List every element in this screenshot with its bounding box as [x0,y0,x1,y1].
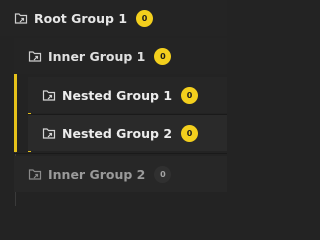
folder-link-icon [28,167,42,181]
tree-item-label: Inner Group 1 [48,48,146,64]
tree-item-nested-group-1[interactable]: Nested Group 1 0 [28,77,227,113]
tree-item-inner-group-2[interactable]: Inner Group 2 0 [14,156,227,192]
tree-item-root-group-1[interactable]: Root Group 1 0 [0,0,227,36]
count-badge: 0 [154,165,172,183]
folder-link-icon [42,88,56,102]
tree-item-label: Nested Group 2 [62,125,173,141]
count-badge: 0 [154,47,172,65]
folder-link-icon [42,126,56,140]
tree-item-inner-group-1[interactable]: Inner Group 1 0 [14,38,227,74]
row-divider [14,153,227,154]
tree-item-label: Nested Group 1 [62,87,173,103]
folder-link-icon [14,11,28,25]
count-badge: 0 [136,9,154,27]
folder-link-icon [28,49,42,63]
group-tree: Root Group 1 0 Inner Group 1 0 Nested Gr… [0,0,227,206]
count-badge: 0 [181,86,199,104]
tree-item-label: Inner Group 2 [48,166,146,182]
tree-item-label: Root Group 1 [34,10,128,26]
tree-item-nested-group-2[interactable]: Nested Group 2 0 [28,115,227,151]
count-badge: 0 [181,124,199,142]
